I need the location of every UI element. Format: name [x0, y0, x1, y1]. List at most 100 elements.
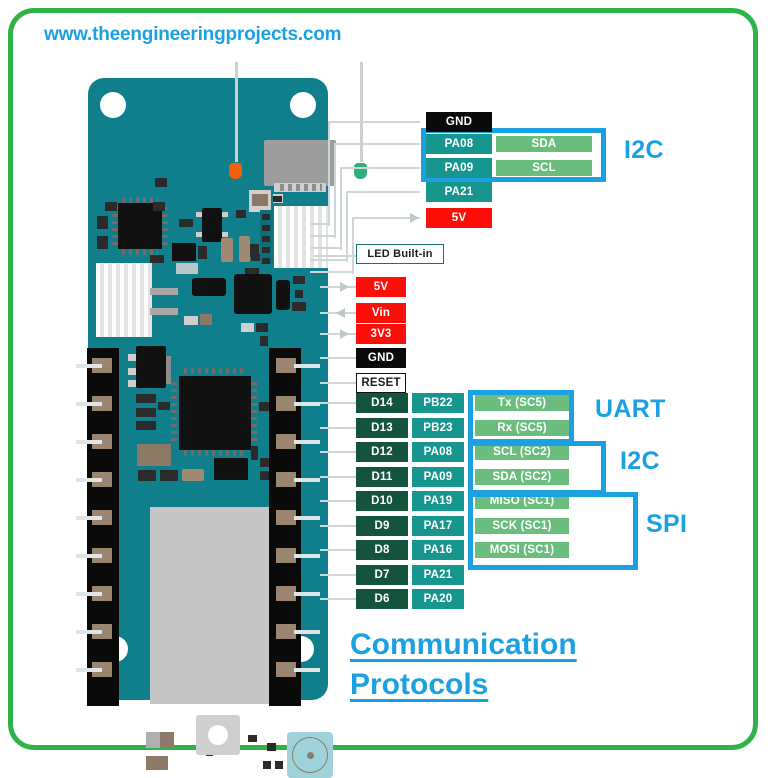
connector-wire	[334, 144, 336, 238]
smd-pad	[222, 212, 228, 217]
pin-label-d6: D6	[356, 589, 408, 609]
header-stub-left	[76, 554, 102, 558]
header-pad-right	[276, 510, 296, 525]
smd-component	[137, 444, 171, 466]
port-label-pa09: PA09	[412, 467, 464, 487]
pin-label-d13: D13	[356, 418, 408, 438]
connector-wire	[320, 549, 356, 551]
pin-label-pa09: PA09	[426, 158, 492, 178]
connector-wire	[310, 223, 328, 225]
smd-component	[97, 216, 108, 229]
smd-component	[158, 402, 170, 410]
connector-wire	[340, 167, 420, 169]
led-builtin-label: LED Built-in	[356, 244, 444, 264]
connector-wire	[320, 598, 356, 600]
smd-component	[198, 246, 207, 259]
pin-label-d14: D14	[356, 393, 408, 413]
ic-small	[214, 458, 248, 480]
pin-label-pa08: PA08	[426, 134, 492, 154]
antenna-trace	[360, 62, 363, 162]
reset-button-graphic	[196, 715, 240, 755]
led-orange	[229, 163, 242, 179]
protocol-label-uart: UART	[595, 395, 666, 423]
pin-label-3v3: 3V3	[356, 324, 406, 344]
header-pad-right	[276, 472, 296, 487]
chip-legs	[112, 207, 118, 245]
header-stub-left	[76, 440, 102, 444]
connector-wire	[346, 192, 348, 262]
connector-wire	[320, 525, 356, 527]
uart-group-box	[468, 390, 574, 444]
header-stub-right	[294, 592, 320, 596]
smd-pad	[150, 288, 178, 295]
capacitor	[182, 469, 204, 481]
header-stub-left	[76, 630, 102, 634]
smd-component	[273, 196, 282, 202]
header-stub-right	[294, 516, 320, 520]
pin-label-d12: D12	[356, 442, 408, 462]
usb-pins	[280, 184, 322, 191]
pin-label-reset: RESET	[356, 373, 406, 393]
header-stub-left	[76, 592, 102, 596]
smd-component	[138, 470, 156, 481]
mcu-chip	[179, 376, 251, 450]
ic-soic	[172, 243, 196, 261]
chip-legs	[251, 382, 257, 444]
pin-label-d11: D11	[356, 467, 408, 487]
header-stub-right	[294, 364, 320, 368]
smd-component	[97, 236, 108, 249]
smd-component	[292, 302, 306, 311]
pin-label-gnd: GND	[426, 112, 492, 132]
smd-component	[262, 247, 270, 253]
port-label-pb22: PB22	[412, 393, 464, 413]
connector-wire	[320, 451, 356, 453]
smd-pad	[196, 232, 202, 237]
site-url: www.theengineeringprojects.com	[44, 24, 342, 45]
pin-label-vin: Vin	[356, 303, 406, 323]
connector-wire	[320, 402, 356, 404]
header-pad-right	[276, 548, 296, 563]
i2c-group-box	[468, 441, 606, 495]
smd-component	[248, 735, 257, 742]
smd-pad	[200, 314, 212, 325]
smd-pad	[241, 323, 254, 332]
usb-connector	[264, 140, 336, 186]
connector-wire	[352, 218, 354, 274]
header-stub-left	[76, 364, 102, 368]
infographic-root: www.theengineeringprojects.com GND PA08 …	[0, 0, 774, 778]
header-stub-right	[294, 440, 320, 444]
smd-component	[236, 210, 246, 218]
function-label-sda: SDA	[496, 136, 592, 152]
connector-wire	[310, 271, 352, 273]
smd-component	[260, 336, 268, 346]
arrow-right-icon	[410, 213, 419, 223]
pin-label-d7: D7	[356, 565, 408, 585]
ic-small	[192, 278, 226, 296]
smd-component	[160, 470, 178, 481]
smd-component	[262, 258, 270, 264]
smd-component	[153, 202, 165, 211]
connector-wire	[320, 574, 356, 576]
protocol-label-i2c: I2C	[620, 447, 660, 475]
header-stub-left	[76, 516, 102, 520]
port-label-pb23: PB23	[412, 418, 464, 438]
smd-component	[105, 202, 117, 211]
connector-wire	[320, 286, 356, 288]
smd-component	[150, 255, 164, 263]
smd-component	[263, 761, 271, 769]
connector-wire	[320, 357, 356, 359]
connector-wire	[320, 427, 356, 429]
connector-wire	[328, 122, 330, 226]
wifi-module	[150, 507, 272, 704]
header-pad-right	[276, 434, 296, 449]
smd-component	[262, 214, 270, 220]
connector-wire	[320, 500, 356, 502]
header-pad-right	[276, 358, 296, 373]
smd-component	[256, 323, 268, 332]
pin-label-d9: D9	[356, 516, 408, 536]
smd-pad	[166, 356, 171, 384]
pin-label-5v: 5V	[426, 208, 492, 228]
pin-label-gnd: GND	[356, 348, 406, 368]
header-stub-left	[76, 402, 102, 406]
smd-pad	[222, 232, 228, 237]
